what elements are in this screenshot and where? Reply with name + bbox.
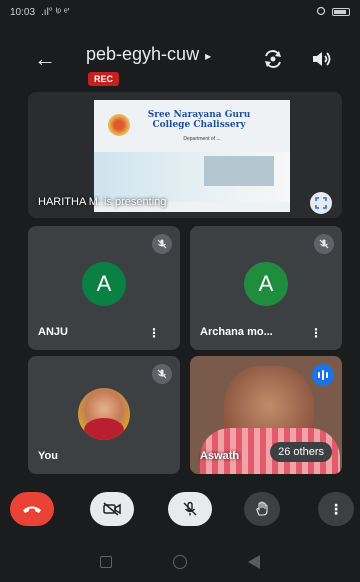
slide-subtitle: Department of ... (183, 136, 221, 142)
fullscreen-button[interactable] (310, 192, 332, 214)
back-button[interactable]: ← (34, 48, 56, 70)
avatar: A (244, 262, 288, 306)
speaking-indicator-icon (312, 364, 334, 386)
mic-off-icon (152, 234, 172, 254)
speaker-button[interactable] (310, 48, 332, 70)
status-bar: 10:03 .ıl° ᴵᵖ ᵉ' (0, 0, 360, 24)
participant-tile[interactable]: Aswath 26 others (190, 356, 342, 474)
status-left: 10:03 .ıl° ᴵᵖ ᵉ' (10, 7, 69, 18)
status-right (316, 6, 350, 19)
presenter-label: HARITHA M. is presenting (38, 196, 167, 208)
participant-name: You (38, 450, 58, 462)
status-dot-icon (316, 6, 326, 19)
status-time: 10:03 (10, 6, 36, 18)
slide-title: Sree Narayana Guru College Chalissery (147, 110, 251, 130)
mic-off-icon (152, 364, 172, 384)
switch-camera-button[interactable] (262, 48, 284, 70)
meeting-title[interactable]: peb-egyh-cuw ▸ (86, 44, 211, 65)
chevron-right-icon: ▸ (205, 49, 212, 63)
home-icon[interactable] (172, 555, 187, 569)
avatar: A (82, 262, 126, 306)
meeting-header: ← peb-egyh-cuw ▸ REC (0, 36, 360, 86)
mic-toggle-button[interactable] (168, 492, 212, 526)
more-options-button[interactable]: ⋮ (318, 492, 354, 526)
more-options-button[interactable]: ⋮ (148, 327, 160, 339)
back-arrow-icon: ← (34, 46, 56, 71)
participant-tile[interactable]: A ANJU ⋮ (28, 226, 180, 350)
recording-badge: REC (88, 72, 120, 86)
signal-indicator: .ıl° ᴵᵖ ᵉ' (41, 6, 70, 18)
self-tile[interactable]: You (28, 356, 180, 474)
participant-name: Archana mo... (200, 326, 273, 338)
recent-apps-icon[interactable] (100, 556, 113, 568)
participant-tile[interactable]: A Archana mo... ⋮ (190, 226, 342, 350)
college-logo-icon (108, 114, 130, 136)
back-triangle-icon[interactable] (247, 555, 260, 569)
self-profile-photo (78, 388, 130, 440)
raise-hand-icon (256, 501, 268, 516)
raise-hand-button[interactable] (244, 492, 280, 526)
participant-name: ANJU (38, 326, 68, 338)
phone-hangup-icon (23, 506, 41, 513)
call-controls: ⋮ (0, 486, 360, 536)
battery-icon (332, 8, 350, 16)
end-call-button[interactable] (10, 492, 54, 526)
presentation-tile[interactable]: Sree Narayana Guru College Chalissery De… (28, 92, 342, 218)
slide-photo (204, 156, 274, 186)
speaker-icon (313, 52, 331, 66)
switch-camera-icon (265, 50, 281, 68)
camera-toggle-button[interactable] (90, 492, 134, 526)
mic-off-icon (183, 501, 197, 516)
camera-off-icon (103, 502, 121, 516)
participant-name: Aswath (200, 450, 240, 462)
fullscreen-icon (315, 197, 327, 209)
others-count-button[interactable]: 26 others (270, 442, 332, 462)
system-nav-bar (0, 542, 360, 582)
mic-off-icon (314, 234, 334, 254)
meeting-code: peb-egyh-cuw (86, 44, 200, 64)
more-options-button[interactable]: ⋮ (310, 327, 322, 339)
